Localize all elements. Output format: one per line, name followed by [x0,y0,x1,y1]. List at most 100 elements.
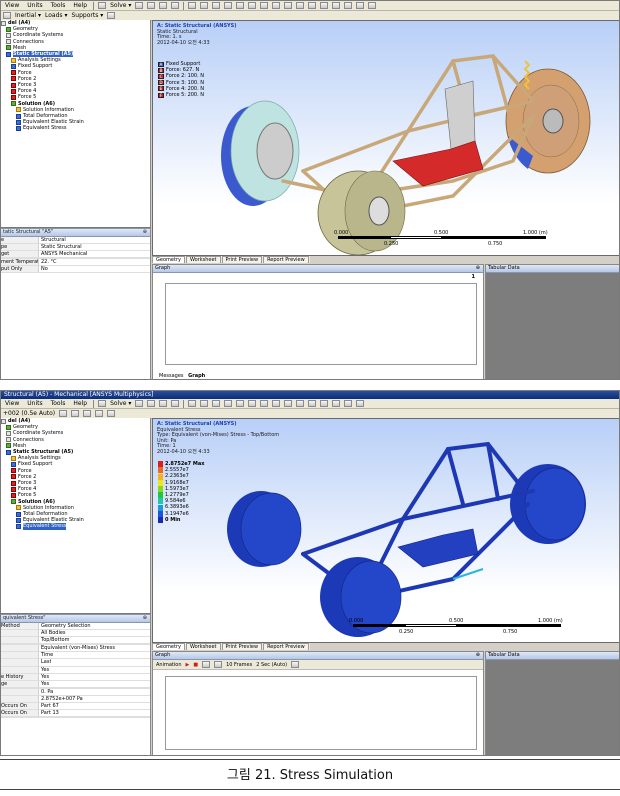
tab-report-preview[interactable]: Report Preview [263,643,309,650]
pan-icon[interactable] [200,2,209,9]
details-row[interactable]: e History Yes [1,673,150,681]
select-body-icon[interactable] [284,400,293,407]
toolbar-icon[interactable] [320,400,329,407]
details-row[interactable]: Last [1,659,150,667]
pin-icon[interactable]: ⊕ [476,265,480,272]
select-edge-icon[interactable] [272,400,281,407]
tab-geometry[interactable]: Geometry [152,256,185,263]
menu-tools[interactable]: Tools [49,399,68,408]
stress-viewport[interactable]: A: Static Structural (ANSYS) Equivalent … [152,418,619,643]
menu-view[interactable]: View [3,399,21,408]
zoom-icon[interactable] [212,2,221,9]
toolbar-icon[interactable] [344,400,353,407]
toolbar-icon[interactable] [3,12,11,19]
select-icon[interactable] [248,2,257,9]
zoom-fit-icon[interactable] [236,2,245,9]
details-row[interactable]: put Only No [1,266,150,274]
toolbar-icon[interactable] [320,2,329,9]
toolbar-icon[interactable] [159,400,168,407]
toolbar-icon[interactable] [356,400,365,407]
toolbar-icon[interactable] [332,2,341,9]
pin-icon[interactable]: ⊕ [143,229,147,236]
details-row[interactable]: Time [1,652,150,660]
details-row[interactable]: Top/Bottom [1,637,150,645]
toolbar-icon[interactable] [71,410,80,417]
details-row[interactable]: Yes [1,666,150,674]
select-face-icon[interactable] [260,400,269,407]
menu-units[interactable]: Units [25,1,44,10]
toolbar-icon[interactable] [147,2,156,9]
toolbar-icon[interactable] [308,400,317,407]
tree-item[interactable]: Equivalent Stress [1,523,150,530]
select-icon[interactable] [248,400,257,407]
tab-messages[interactable]: Messages [159,373,184,379]
zoom-box-icon[interactable] [224,400,233,407]
solve-button[interactable]: Solve ▾ [110,1,131,10]
toolbar-icon[interactable] [171,400,180,407]
toolbar-icon[interactable] [308,2,317,9]
toolbar-icon[interactable] [159,2,168,9]
zoom-icon[interactable] [212,400,221,407]
play-icon[interactable]: ▶ [186,662,190,668]
toolbar-icon[interactable] [296,2,305,9]
menu-help[interactable]: Help [71,1,89,10]
toolbar-icon[interactable] [171,2,180,9]
menu-tools[interactable]: Tools [49,1,68,10]
details-row[interactable]: Equivalent (von-Mises) Stress [1,645,150,653]
details-row[interactable]: e Structural [1,237,150,245]
toolbar-icon[interactable] [59,410,68,417]
toolbar-icon[interactable] [135,400,144,407]
menu-help[interactable]: Help [71,399,89,408]
toolbar-icon[interactable] [83,410,92,417]
toolbar-icon[interactable] [368,2,377,9]
tab-geometry[interactable]: Geometry [152,643,185,650]
export-video-icon[interactable] [291,661,300,668]
select-face-icon[interactable] [260,2,269,9]
probe-icon[interactable] [107,410,116,417]
toolbar-icon[interactable] [332,400,341,407]
tab-report-preview[interactable]: Report Preview [263,256,309,263]
toolbar-icon[interactable] [296,400,305,407]
pan-icon[interactable] [200,400,209,407]
previous-frame-icon[interactable] [202,661,211,668]
tab-worksheet[interactable]: Worksheet [185,256,221,263]
tree-item[interactable]: Equivalent Stress [1,125,150,131]
frames-dropdown[interactable]: 10 Frames [226,662,252,668]
tab-print-preview[interactable]: Print Preview [221,643,263,650]
zoom-box-icon[interactable] [224,2,233,9]
details-row[interactable]: All Bodies [1,630,150,638]
geometry-viewport[interactable]: A: Static Structural (ANSYS) Static Stru… [152,20,619,256]
details-row[interactable]: ment Temperature22. °C [1,259,150,267]
details-row[interactable]: 2.8752e+007 Pa [1,695,150,704]
select-body-icon[interactable] [284,2,293,9]
rotate-icon[interactable] [188,2,197,9]
solve-icon[interactable] [98,2,107,9]
select-edge-icon[interactable] [272,2,281,9]
duration-dropdown[interactable]: 2 Sec (Auto) [256,662,287,668]
details-row[interactable]: get ANSYS Mechanical [1,251,150,259]
toolbar-icon[interactable] [344,2,353,9]
zoom-fit-icon[interactable] [236,400,245,407]
toolbar-icon[interactable] [107,12,116,19]
toolbar-icon[interactable] [147,400,156,407]
pin-icon[interactable]: ⊕ [476,652,480,659]
details-row[interactable] [1,717,150,719]
details-row[interactable]: Occurs On Part 13 [1,710,150,718]
solve-button[interactable]: Solve ▾ [110,399,131,408]
menu-units[interactable]: Units [25,399,44,408]
toolbar-icon[interactable] [95,410,104,417]
details-row[interactable]: ge Yes [1,680,150,688]
details-row[interactable]: Method Geometry Selection [1,623,150,631]
toolbar-icon[interactable] [356,2,365,9]
rotate-icon[interactable] [188,400,197,407]
details-row[interactable]: Occurs On Part 67 [1,703,150,711]
details-row[interactable]: pe Static Structural [1,244,150,252]
next-frame-icon[interactable] [214,661,223,668]
tab-print-preview[interactable]: Print Preview [221,256,263,263]
toolbar-icon[interactable] [135,2,144,9]
pin-icon[interactable]: ⊕ [143,615,147,622]
menu-view[interactable]: View [3,1,21,10]
stop-icon[interactable]: ■ [193,662,198,668]
tab-worksheet[interactable]: Worksheet [185,643,221,650]
details-row[interactable]: 0. Pa [1,688,150,696]
